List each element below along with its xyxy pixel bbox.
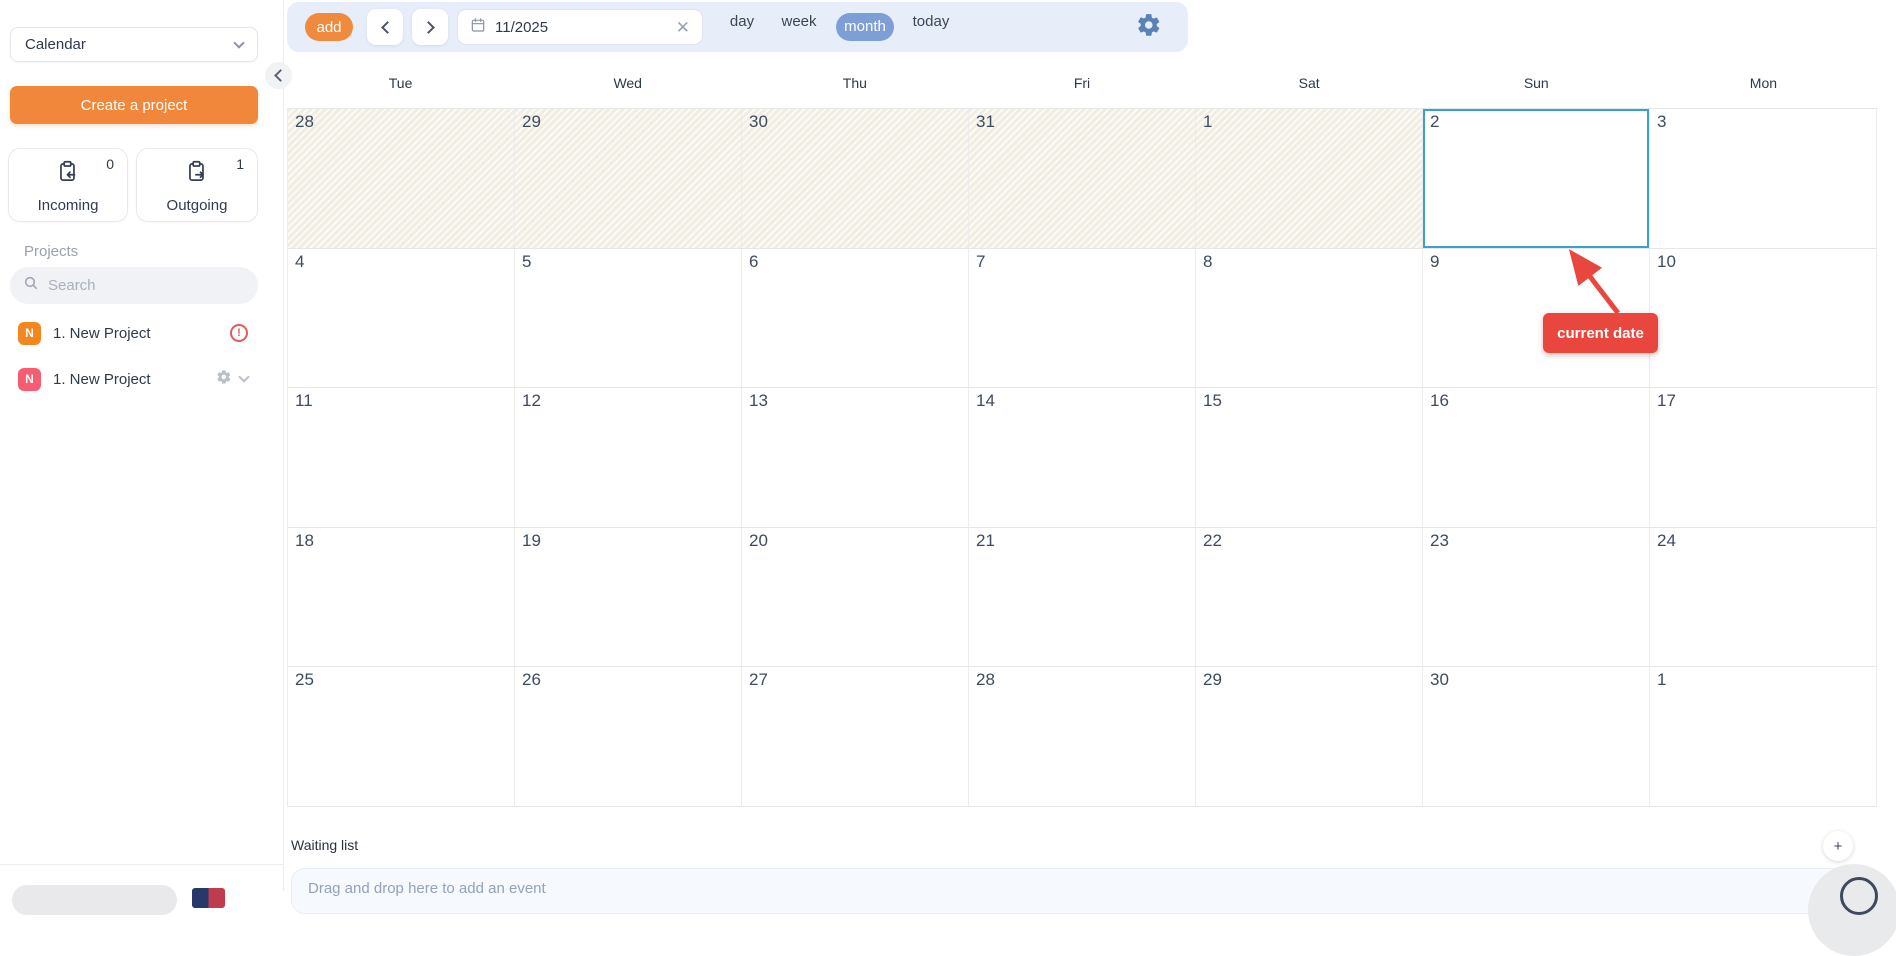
calendar-day-cell[interactable]: 14 <box>969 388 1196 528</box>
sidebar-collapse-button[interactable] <box>265 62 292 89</box>
calendar-day-cell-current[interactable]: 2 <box>1423 109 1650 249</box>
clear-date-icon[interactable]: ✕ <box>676 19 690 36</box>
waiting-list-dropzone[interactable]: Drag and drop here to add an event <box>291 868 1880 914</box>
incoming-clipboard-icon <box>55 159 81 190</box>
calendar-day-cell[interactable]: 1 <box>1196 109 1423 249</box>
outgoing-count: 1 <box>236 156 244 172</box>
calendar-day-cell[interactable]: 12 <box>515 388 742 528</box>
calendar-day-cell[interactable]: 1 <box>1650 667 1877 807</box>
calendar-grid: 2829303112345678910111213141516171819202… <box>287 108 1877 807</box>
calendar-day-cell[interactable]: 28 <box>288 109 515 249</box>
settings-gear-icon[interactable] <box>1135 12 1163 40</box>
view-week-button[interactable]: week <box>771 13 827 30</box>
calendar-day-cell[interactable]: 15 <box>1196 388 1423 528</box>
calendar-day-cell[interactable]: 13 <box>742 388 969 528</box>
day-header: Thu <box>741 75 968 91</box>
project-alert-icon: ! <box>230 324 248 342</box>
month-calendar: TueWedThuFriSatSunMon 282930311234567891… <box>287 57 1877 807</box>
calendar-day-cell[interactable]: 21 <box>969 528 1196 668</box>
project-initial-badge: N <box>18 322 41 345</box>
incoming-label: Incoming <box>9 197 127 214</box>
day-header: Fri <box>968 75 1195 91</box>
calendar-day-cell[interactable]: 24 <box>1650 528 1877 668</box>
day-header: Sun <box>1423 75 1650 91</box>
calendar-day-cell[interactable]: 29 <box>1196 667 1423 807</box>
calendar-day-cell[interactable]: 25 <box>288 667 515 807</box>
outgoing-label: Outgoing <box>137 197 257 214</box>
calendar-day-cell[interactable]: 19 <box>515 528 742 668</box>
chevron-right-icon <box>422 21 435 34</box>
calendar-day-cell[interactable]: 3 <box>1650 109 1877 249</box>
day-header: Sat <box>1196 75 1423 91</box>
next-month-button[interactable] <box>412 9 448 45</box>
calendar-day-cell[interactable]: 5 <box>515 249 742 389</box>
calendar-day-cell[interactable]: 10 <box>1650 249 1877 389</box>
view-today-button[interactable]: today <box>899 13 963 30</box>
calendar-day-cell[interactable]: 11 <box>288 388 515 528</box>
chevron-down-icon <box>233 37 244 48</box>
date-picker-value: 11/2025 <box>495 19 667 36</box>
incoming-count: 0 <box>106 156 114 172</box>
view-month-button[interactable]: month <box>836 13 894 41</box>
outgoing-card[interactable]: 1 Outgoing <box>136 148 258 222</box>
incoming-card[interactable]: 0 Incoming <box>8 148 128 222</box>
project-search[interactable] <box>10 267 258 304</box>
calendar-day-cell[interactable]: 6 <box>742 249 969 389</box>
calendar-day-cell[interactable]: 7 <box>969 249 1196 389</box>
view-day-button[interactable]: day <box>715 13 769 30</box>
calendar-day-cell[interactable]: 22 <box>1196 528 1423 668</box>
calendar-day-cell[interactable]: 23 <box>1423 528 1650 668</box>
search-input[interactable] <box>48 277 247 294</box>
sidebar-bottom-pill[interactable] <box>12 885 177 915</box>
calendar-day-cell[interactable]: 26 <box>515 667 742 807</box>
chevron-down-icon[interactable] <box>238 371 249 382</box>
projects-section-label: Projects <box>24 243 78 260</box>
calendar-day-cell[interactable]: 4 <box>288 249 515 389</box>
chevron-left-icon <box>381 21 394 34</box>
calendar-day-cell[interactable]: 30 <box>742 109 969 249</box>
calendar-day-cell[interactable]: 31 <box>969 109 1196 249</box>
project-settings-gear-icon[interactable] <box>216 369 232 390</box>
previous-month-button[interactable] <box>367 9 403 45</box>
language-flag-icon[interactable] <box>192 888 225 908</box>
calendar-icon <box>470 17 486 38</box>
sidebar-divider <box>0 864 284 865</box>
calendar-day-cell[interactable]: 20 <box>742 528 969 668</box>
create-project-button[interactable]: Create a project <box>10 86 258 124</box>
calendar-day-cell[interactable]: 16 <box>1423 388 1650 528</box>
calendar-view-select[interactable]: Calendar <box>10 27 258 62</box>
calendar-day-cell[interactable]: 30 <box>1423 667 1650 807</box>
project-name: 1. New Project <box>53 371 204 388</box>
project-list-item[interactable]: N 1. New Project! <box>0 318 284 348</box>
calendar-day-cell[interactable]: 17 <box>1650 388 1877 528</box>
calendar-day-cell[interactable]: 8 <box>1196 249 1423 389</box>
project-initial-badge: N <box>18 368 41 391</box>
day-header: Tue <box>287 75 514 91</box>
day-header: Mon <box>1650 75 1877 91</box>
calendar-day-cell[interactable]: 27 <box>742 667 969 807</box>
project-list-item[interactable]: N 1. New Project <box>0 364 284 394</box>
day-header: Wed <box>514 75 741 91</box>
search-icon <box>23 275 39 296</box>
day-headers-row: TueWedThuFriSatSunMon <box>287 57 1877 108</box>
calendar-day-cell[interactable]: 29 <box>515 109 742 249</box>
calendar-day-cell[interactable]: 18 <box>288 528 515 668</box>
waiting-list-add-button[interactable]: + <box>1823 831 1853 861</box>
annotation-arrow-icon <box>1552 243 1632 321</box>
sidebar: Calendar Create a project 0 Incoming 1 O… <box>0 0 284 891</box>
calendar-day-cell[interactable]: 28 <box>969 667 1196 807</box>
add-event-button[interactable]: add <box>305 13 353 41</box>
chevron-left-icon <box>274 69 287 82</box>
waiting-list-title: Waiting list <box>291 837 358 853</box>
help-question-icon <box>1840 877 1878 915</box>
outgoing-clipboard-icon <box>184 159 210 190</box>
project-name: 1. New Project <box>53 325 218 342</box>
calendar-toolbar: add 11/2025 ✕ day week month today <box>287 2 1188 52</box>
date-picker-field[interactable]: 11/2025 ✕ <box>457 9 703 45</box>
calendar-select-label: Calendar <box>25 36 86 53</box>
